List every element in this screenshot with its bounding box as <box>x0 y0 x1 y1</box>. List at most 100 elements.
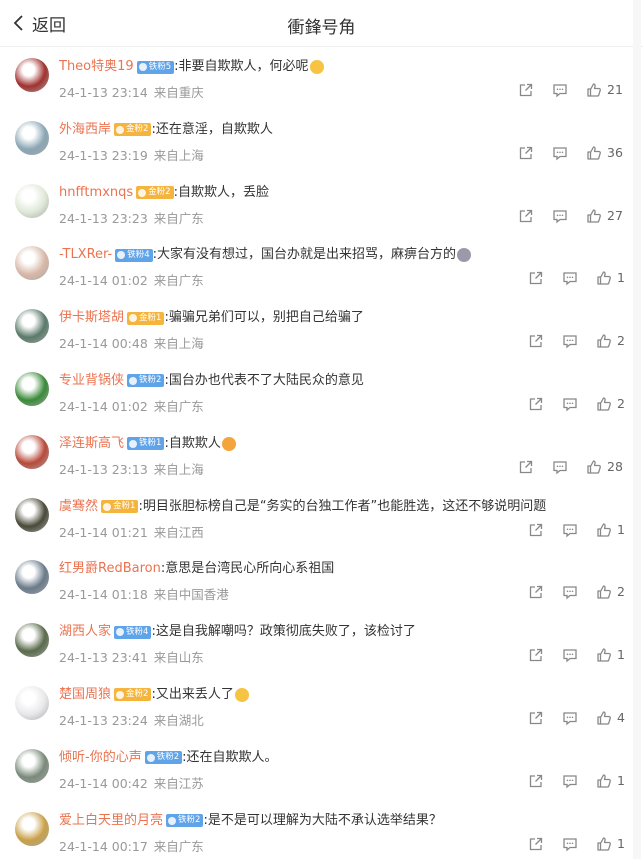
thumbs-up-icon[interactable] <box>586 145 602 161</box>
username-link[interactable]: 虞骞然 <box>59 499 98 515</box>
avatar[interactable] <box>15 685 49 720</box>
fan-badge: 金粉2 <box>136 186 174 200</box>
comment-icon[interactable] <box>562 522 578 538</box>
share-icon[interactable] <box>528 710 544 726</box>
timestamp: 24-1-13 23:14 <box>59 85 148 100</box>
badge-icon <box>117 251 126 260</box>
fan-badge-label: 铁粉4 <box>127 249 150 260</box>
fan-badge: 铁粉1 <box>127 437 165 451</box>
location: 来自广东 <box>153 838 204 854</box>
timestamp: 24-1-14 01:02 <box>59 273 148 289</box>
thumbs-up-icon[interactable] <box>596 710 612 726</box>
timestamp: 24-1-14 00:42 <box>59 775 148 791</box>
username-link[interactable]: 泽连斯高飞 <box>59 436 124 452</box>
like-count: 2 <box>617 395 625 411</box>
share-icon[interactable] <box>528 584 544 600</box>
username-link[interactable]: 红男爵RedBaron <box>59 561 161 577</box>
avatar[interactable] <box>15 811 49 846</box>
avatar[interactable] <box>15 58 49 92</box>
share-icon[interactable] <box>528 647 544 663</box>
comment-icon[interactable] <box>552 82 568 98</box>
comment-icon[interactable] <box>562 396 578 412</box>
thumbs-up-icon[interactable] <box>596 836 612 852</box>
comment-icon[interactable] <box>552 145 568 161</box>
avatar[interactable] <box>15 309 49 344</box>
share-icon[interactable] <box>518 459 534 475</box>
thumbs-up-icon[interactable] <box>596 522 612 538</box>
username-link[interactable]: hnfftmxnqs <box>59 185 133 201</box>
avatar[interactable] <box>15 497 49 532</box>
comment-text: :自欺欺人，丢脸 <box>173 184 269 200</box>
comment-icon[interactable] <box>562 836 578 852</box>
share-icon[interactable] <box>528 396 544 412</box>
username-link[interactable]: 伊卡斯塔胡 <box>59 310 124 326</box>
avatar[interactable] <box>15 560 49 595</box>
like-count: 1 <box>617 647 625 663</box>
comment-icon[interactable] <box>562 773 578 789</box>
thumbs-up-icon[interactable] <box>596 396 612 412</box>
username-link[interactable]: Theo特奥19 <box>59 59 134 75</box>
username-link[interactable]: 爱上白天里的月亮 <box>59 813 163 829</box>
thumbs-up-icon[interactable] <box>586 82 602 98</box>
comment-list: Theo特奥19 铁粉5:非要自欺欺人，何必呢 24-1-13 23:14 来自重庆 2… <box>0 47 643 863</box>
timestamp: 24-1-13 23:13 <box>59 461 148 477</box>
comment-icon[interactable] <box>552 459 568 475</box>
share-icon[interactable] <box>528 522 544 538</box>
fan-badge: 金粉2 <box>114 688 152 702</box>
location: 来自中国香港 <box>153 587 229 603</box>
thumbs-up-icon[interactable] <box>596 647 612 663</box>
comment-text: :又出来丢人了 <box>151 686 234 702</box>
thumbs-up-icon[interactable] <box>586 208 602 224</box>
avatar[interactable] <box>15 371 49 406</box>
comment-item: hnfftmxnqs 金粉2:自欺欺人，丢脸 24-1-13 23:23 来自广东 27 <box>0 173 643 236</box>
share-icon[interactable] <box>518 145 534 161</box>
avatar[interactable] <box>15 623 49 658</box>
share-icon[interactable] <box>518 82 534 98</box>
avatar[interactable] <box>15 120 49 155</box>
username-link[interactable]: 倾听-你的心声 <box>59 750 142 766</box>
share-icon[interactable] <box>528 270 544 286</box>
username-link[interactable]: 楚国周狼 <box>59 687 111 703</box>
thumbs-up-icon[interactable] <box>596 270 612 286</box>
comment-icon[interactable] <box>562 270 578 286</box>
fan-badge: 金粉1 <box>127 311 165 325</box>
thumbs-up-icon[interactable] <box>586 459 602 475</box>
avatar[interactable] <box>15 183 49 218</box>
comment-icon[interactable] <box>562 647 578 663</box>
share-icon[interactable] <box>528 333 544 349</box>
fan-badge: 金粉1 <box>101 500 139 514</box>
username-link[interactable]: -TLXRer- <box>59 247 112 263</box>
smile-emoji-icon <box>309 60 324 74</box>
like-count: 27 <box>607 207 623 223</box>
username-link[interactable]: 湖西人家 <box>59 624 111 640</box>
avatar[interactable] <box>15 434 49 469</box>
comment-text: :还在自欺欺人。 <box>182 749 278 765</box>
location: 来自山东 <box>153 650 204 666</box>
thumbs-up-icon[interactable] <box>596 773 612 789</box>
sweat-emoji-icon <box>234 687 249 702</box>
fan-badge: 金粉2 <box>114 123 152 137</box>
comment-item: 专业背锅侠 铁粉2:国台办也代表不了大陆民众的意见 24-1-14 01:02 来自广… <box>0 361 643 424</box>
comment-icon[interactable] <box>552 208 568 224</box>
like-count: 2 <box>617 584 625 600</box>
username-link[interactable]: 专业背锅侠 <box>59 373 124 389</box>
share-icon[interactable] <box>528 773 544 789</box>
share-icon[interactable] <box>518 208 534 224</box>
comment-text: :是不是可以理解为大陆不承认选举结果？ <box>203 812 442 828</box>
thumbs-up-icon[interactable] <box>596 584 612 600</box>
timestamp: 24-1-14 00:17 <box>59 838 148 854</box>
comment-icon[interactable] <box>562 710 578 726</box>
share-icon[interactable] <box>528 836 544 852</box>
comment-icon[interactable] <box>562 333 578 349</box>
username-link[interactable]: 外海西岸 <box>59 122 111 138</box>
thumbs-up-icon[interactable] <box>596 333 612 349</box>
badge-icon <box>116 628 125 637</box>
fan-badge: 铁粉2 <box>127 374 165 388</box>
timestamp: 24-1-14 00:48 <box>59 336 148 352</box>
location: 来自广东 <box>153 398 204 414</box>
fan-badge: 铁粉4 <box>115 248 153 262</box>
avatar[interactable] <box>15 748 49 783</box>
comment-text: :骗骗兄弟们可以，别把自己给骗了 <box>164 310 364 326</box>
avatar[interactable] <box>15 246 49 281</box>
comment-icon[interactable] <box>562 584 578 600</box>
